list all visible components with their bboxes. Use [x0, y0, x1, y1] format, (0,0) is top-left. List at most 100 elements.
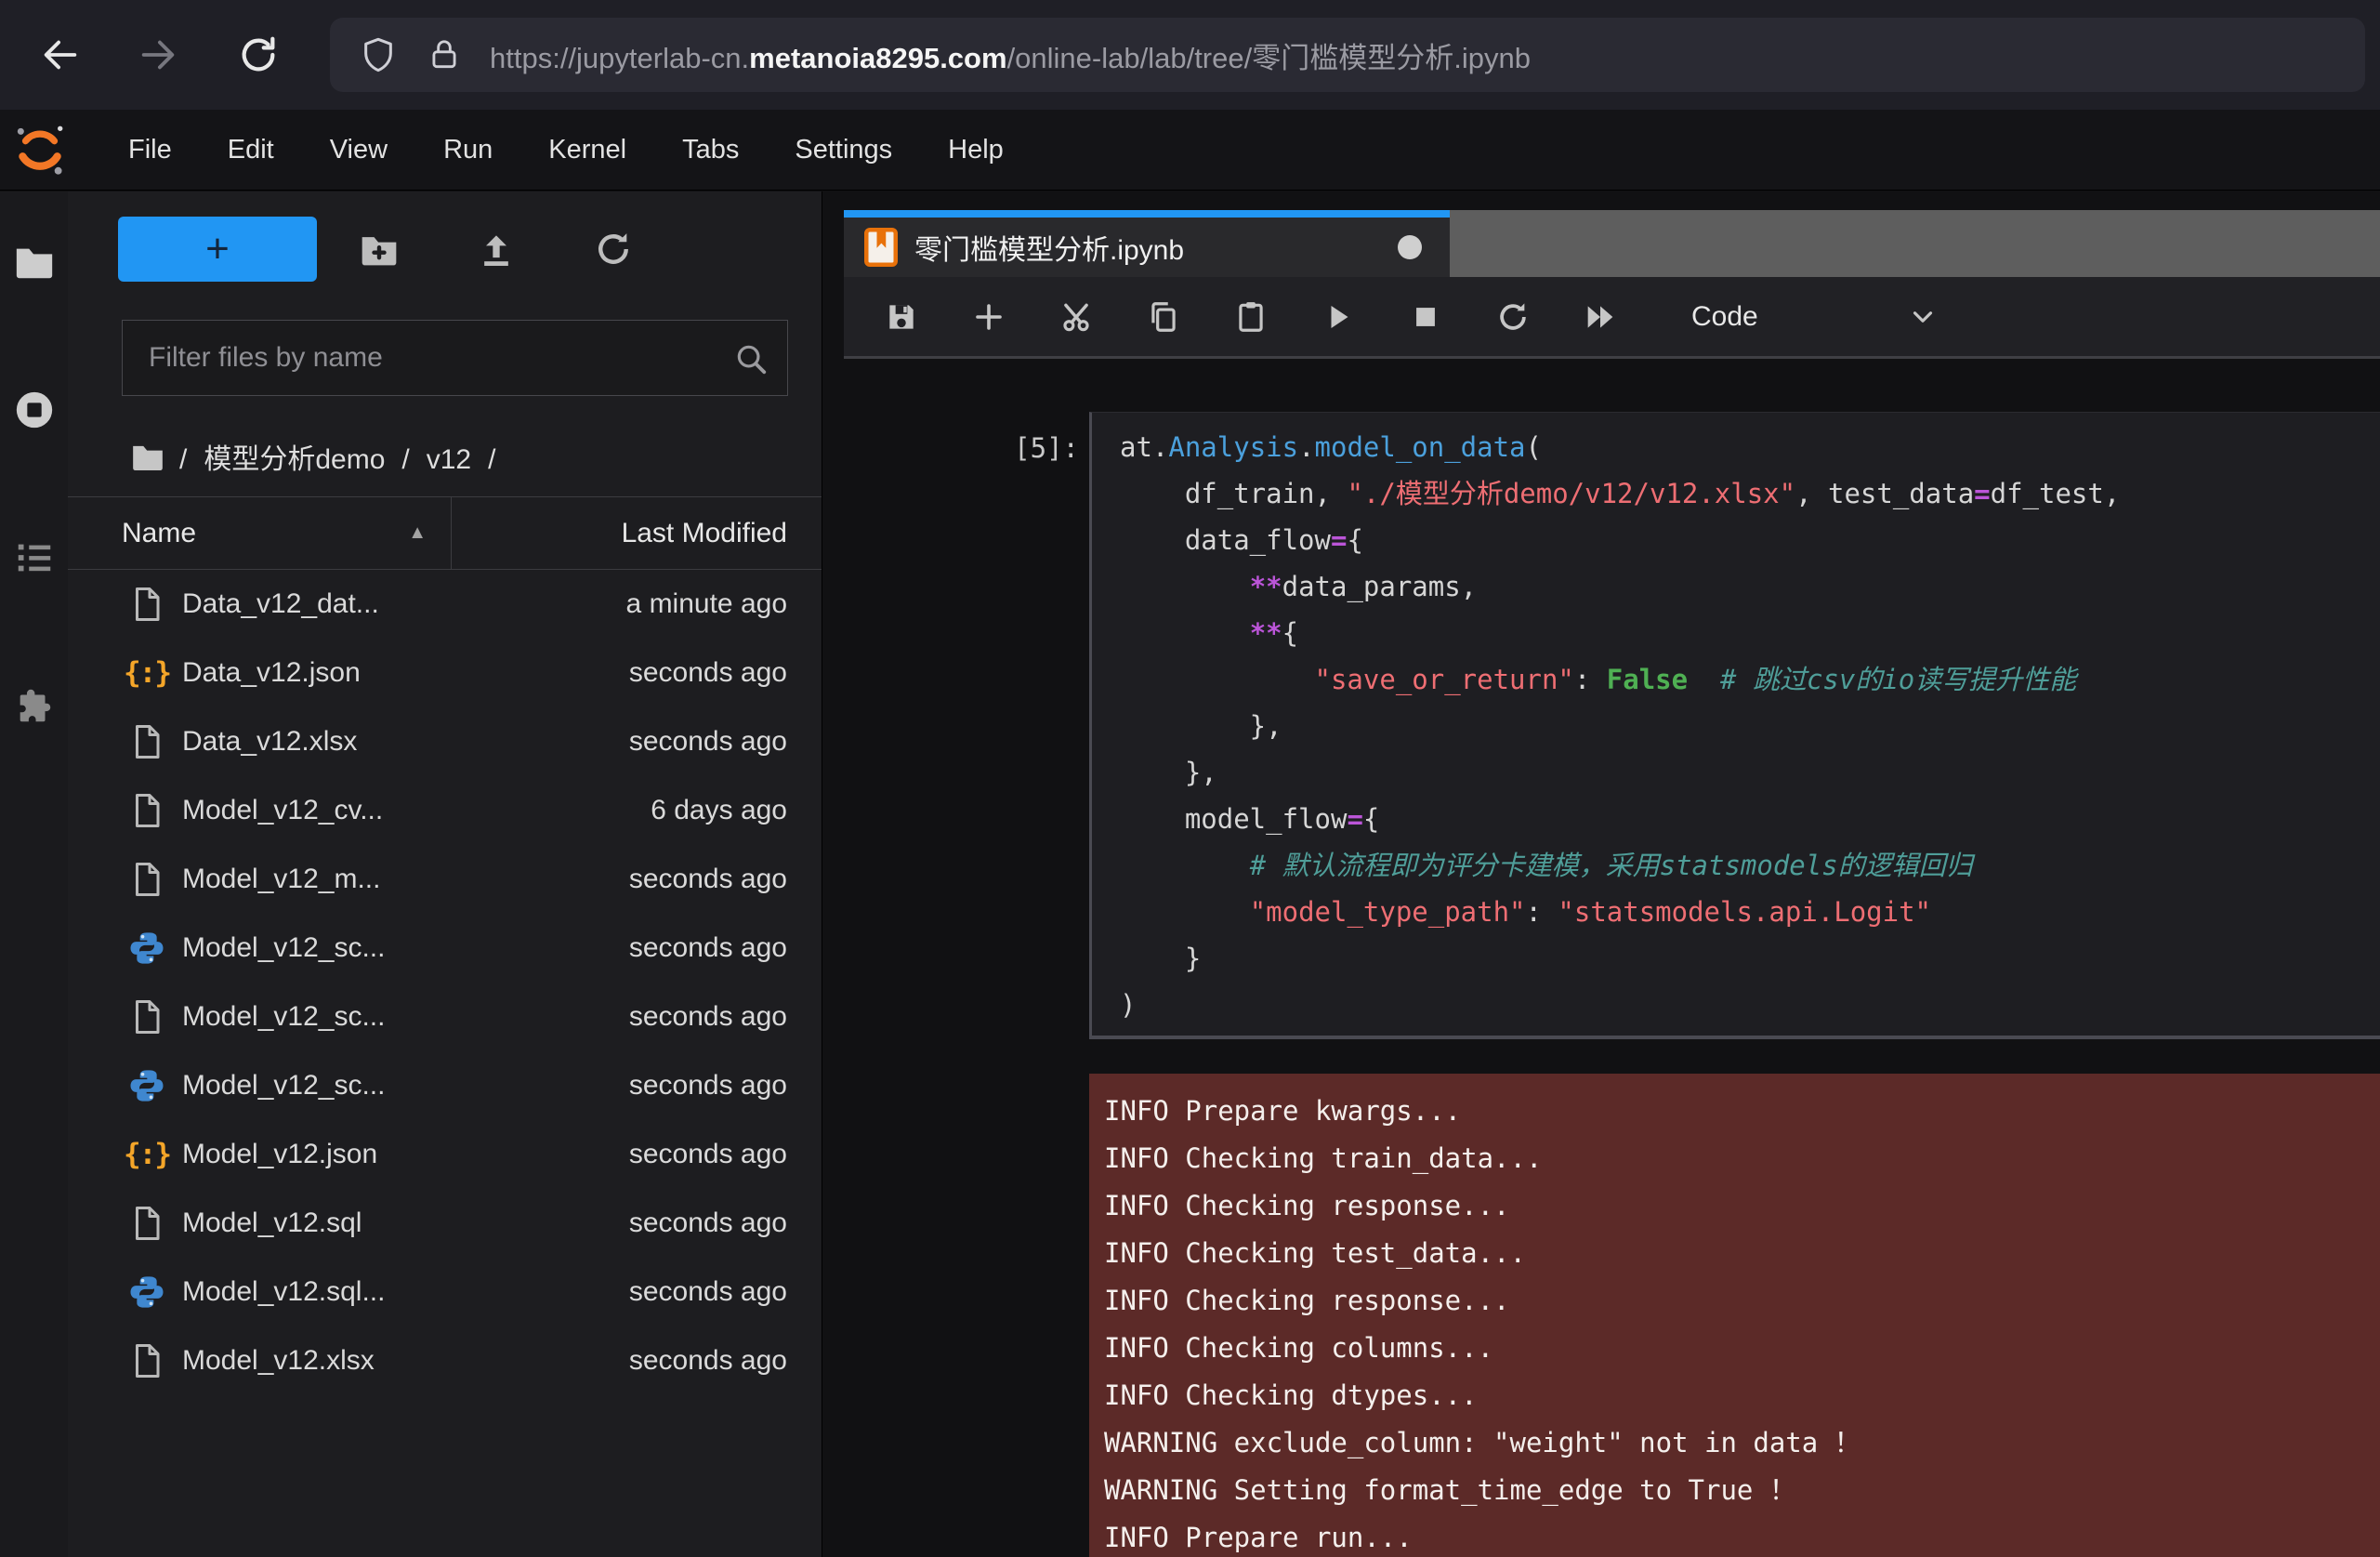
lock-icon[interactable] [427, 36, 462, 73]
file-row[interactable]: Model_v12.sqlseconds ago [68, 1189, 822, 1258]
file-row[interactable]: {:}Data_v12.jsonseconds ago [68, 639, 822, 707]
code-line: "model_type_path": "statsmodels.api.Logi… [1120, 889, 2380, 935]
stop-icon [1410, 301, 1441, 333]
file-last-modified: seconds ago [629, 1070, 822, 1102]
save-icon [884, 299, 919, 335]
file-name: Data_v12_dat... [182, 588, 379, 620]
menu-item-settings[interactable]: Settings [767, 110, 920, 190]
breadcrumb: /模型分析demo/v12/ [130, 426, 504, 487]
column-header-last-modified[interactable]: Last Modified [452, 497, 822, 569]
sidebar-item-table-of-contents[interactable] [13, 536, 56, 579]
file-icon [128, 792, 165, 829]
run-button[interactable] [1308, 287, 1368, 347]
new-folder-button[interactable] [359, 229, 400, 270]
paste-button[interactable] [1221, 287, 1281, 347]
sidebar-item-running-kernels[interactable] [13, 389, 56, 431]
tab-title: 零门槛模型分析.ipynb [914, 227, 1184, 268]
python-icon [128, 1067, 165, 1104]
run-icon [1321, 300, 1355, 334]
file-icon [128, 723, 165, 760]
file-last-modified: seconds ago [629, 1207, 822, 1239]
menu-item-run[interactable]: Run [415, 110, 520, 190]
menu-item-tabs[interactable]: Tabs [654, 110, 767, 190]
file-name: Model_v12_sc... [182, 932, 385, 964]
file-row[interactable]: Model_v12_cv...6 days ago [68, 776, 822, 845]
tracking-shield-icon[interactable] [360, 36, 397, 73]
menu-item-file[interactable]: File [100, 110, 200, 190]
code-cell-editor[interactable]: at.Analysis.model_on_data( df_train, "./… [1089, 412, 2380, 1039]
file-row[interactable]: Model_v12_sc...seconds ago [68, 1051, 822, 1120]
refresh-button[interactable] [593, 229, 634, 270]
menu-item-view[interactable]: View [302, 110, 415, 190]
cut-button[interactable] [1046, 287, 1106, 347]
cell-type-select[interactable]: Code [1691, 301, 1939, 333]
cell-output-log: INFO Prepare kwargs...INFO Checking trai… [1089, 1074, 2380, 1557]
save-button[interactable] [872, 287, 931, 347]
workspace: + [0, 191, 2380, 1557]
upload-button[interactable] [476, 229, 517, 270]
restart-kernel-button[interactable] [1483, 287, 1543, 347]
python-icon [128, 1273, 165, 1311]
address-bar[interactable]: https://jupyterlab-cn.metanoia8295.com/o… [330, 18, 2365, 92]
fast-forward-icon [1582, 298, 1619, 336]
notebook-toolbar: Code [844, 277, 2380, 359]
back-icon [39, 33, 82, 76]
breadcrumb-folder[interactable]: v12 [427, 444, 471, 475]
running-kernels-icon [13, 389, 56, 431]
file-icon [128, 998, 165, 1036]
extensions-puzzle-icon [13, 684, 56, 727]
folder-icon [13, 240, 56, 283]
code-line: ) [1120, 982, 2380, 1028]
file-icon [128, 1342, 165, 1379]
file-row[interactable]: Model_v12_m...seconds ago [68, 845, 822, 914]
column-header-name[interactable]: Name ▲ [68, 497, 452, 569]
notebook-content: [5]: at.Analysis.model_on_data( df_train… [823, 362, 2380, 1557]
file-row[interactable]: {:}Model_v12.jsonseconds ago [68, 1120, 822, 1189]
code-line: } [1120, 935, 2380, 982]
restart-and-run-all-button[interactable] [1571, 287, 1630, 347]
breadcrumb-folder[interactable]: 模型分析demo [204, 444, 385, 475]
forward-button[interactable] [125, 22, 191, 87]
tab-notebook[interactable]: 零门槛模型分析.ipynb [844, 210, 1450, 277]
menu-item-edit[interactable]: Edit [200, 110, 302, 190]
menu-item-kernel[interactable]: Kernel [520, 110, 654, 190]
file-last-modified: seconds ago [629, 1276, 822, 1308]
filter-files-input[interactable] [123, 321, 787, 395]
log-line: INFO Prepare run... [1104, 1514, 2380, 1557]
search-icon [733, 341, 769, 376]
back-button[interactable] [28, 22, 93, 87]
sort-ascending-icon: ▲ [408, 522, 427, 544]
add-cell-icon [972, 300, 1006, 334]
sidebar-item-file-browser[interactable] [13, 240, 56, 283]
file-last-modified: seconds ago [629, 726, 822, 758]
new-launcher-button[interactable]: + [118, 217, 317, 282]
file-icon [128, 861, 165, 898]
log-line: INFO Checking response... [1104, 1182, 2380, 1230]
unsaved-changes-dot[interactable] [1398, 235, 1422, 259]
file-name: Model_v12_sc... [182, 1001, 385, 1033]
stop-button[interactable] [1396, 287, 1455, 347]
log-line: INFO Checking columns... [1104, 1325, 2380, 1372]
file-browser-panel: + [68, 191, 822, 1557]
code-line: **{ [1120, 610, 2380, 656]
copy-button[interactable] [1134, 287, 1193, 347]
restart-icon [1495, 299, 1531, 335]
file-row[interactable]: Model_v12.xlsxseconds ago [68, 1326, 822, 1395]
refresh-icon [593, 229, 634, 270]
file-list: Data_v12_dat...a minute ago{:}Data_v12.j… [68, 570, 822, 1557]
file-row[interactable]: Model_v12.sql... seconds ago [68, 1258, 822, 1326]
file-row[interactable]: Model_v12_sc... seconds ago [68, 983, 822, 1051]
file-last-modified: seconds ago [629, 1001, 822, 1033]
file-row[interactable]: Data_v12.xlsxseconds ago [68, 707, 822, 776]
home-folder-icon[interactable] [130, 439, 165, 474]
file-row[interactable]: Model_v12_sc...seconds ago [68, 914, 822, 983]
sidebar-item-extensions[interactable] [13, 684, 56, 727]
file-row[interactable]: Data_v12_dat...a minute ago [68, 570, 822, 639]
file-name: Model_v12.sql... [182, 1276, 385, 1308]
code-line: df_train, "./模型分析demo/v12/v12.xlsx", tes… [1120, 470, 2380, 517]
add-cell-button[interactable] [959, 287, 1019, 347]
code-line: # 默认流程即为评分卡建模，采用statsmodels的逻辑回归 [1120, 842, 2380, 889]
cut-icon [1059, 299, 1094, 335]
reload-button[interactable] [226, 22, 291, 87]
menu-item-help[interactable]: Help [920, 110, 1032, 190]
